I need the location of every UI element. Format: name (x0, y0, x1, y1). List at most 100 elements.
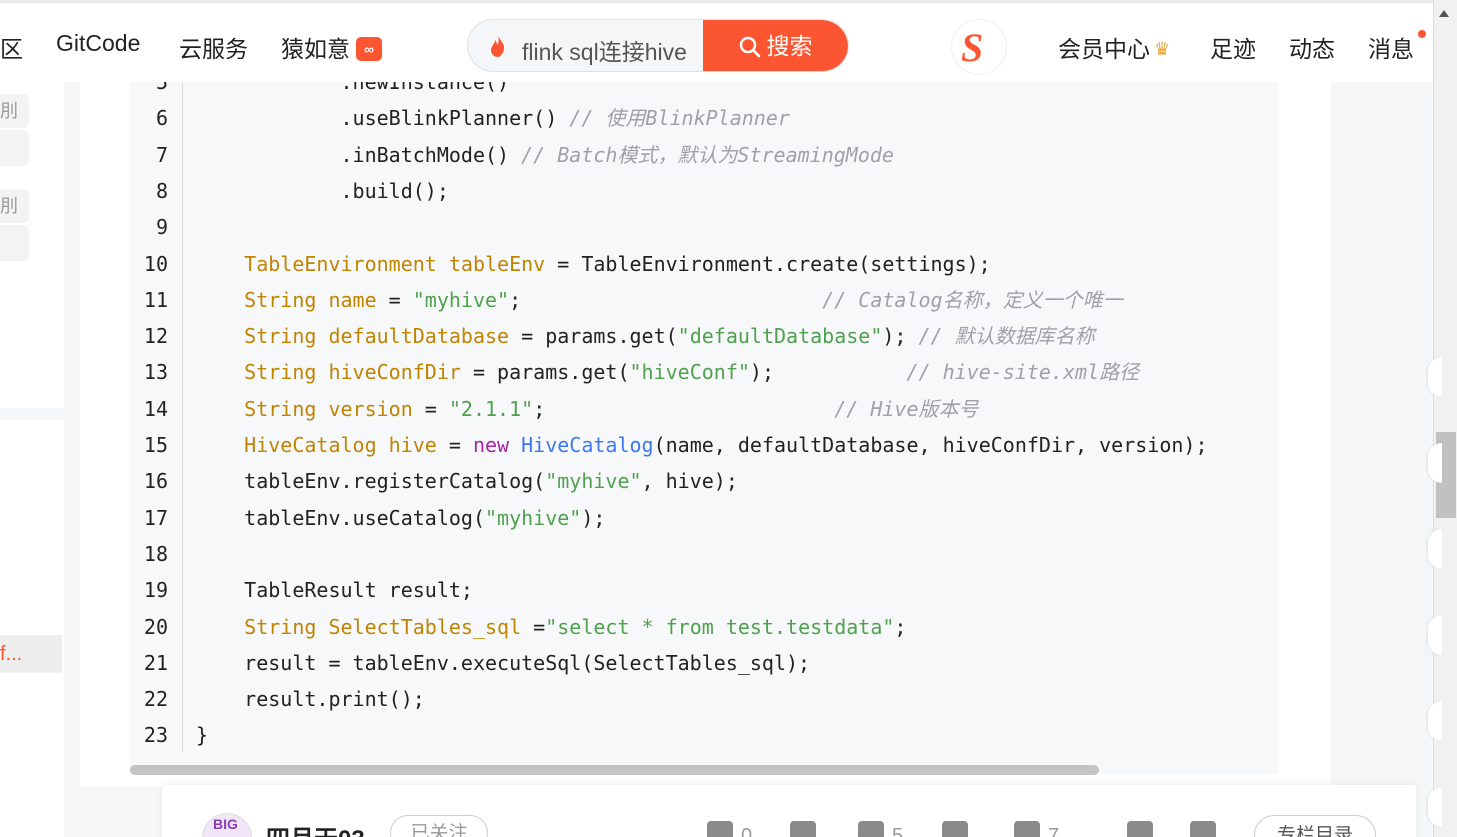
follow-button[interactable]: 已关注 (390, 815, 488, 837)
code-line: 20 String SelectTables_sql ="select * fr… (130, 609, 1278, 645)
code-text: TableResult result; (196, 578, 473, 603)
column-catalog-button[interactable]: 专栏目录 (1254, 815, 1376, 837)
nav-item-gitcode[interactable]: GitCode (56, 30, 140, 57)
line-number: 19 (143, 578, 168, 603)
thumb-up-icon (707, 821, 733, 837)
code-text: String hiveConfDir = params.get("hiveCon… (244, 360, 1140, 385)
code-text: String defaultDatabase = params.get("def… (244, 324, 1095, 349)
line-number: 11 (143, 287, 168, 312)
side-float-button[interactable] (1428, 615, 1442, 655)
code-line: 22 result.print(); (130, 681, 1278, 717)
code-text: String version = "2.1.1"; // Hive版本号 (244, 396, 979, 421)
like-button[interactable]: 0 (707, 821, 752, 837)
infinity-badge-icon: ∞ (356, 37, 382, 61)
left-sidebar-bottom (0, 420, 64, 837)
code-line: 17 tableEnv.useCatalog("myhive"); (130, 500, 1278, 536)
code-line: 13 String hiveConfDir = params.get("hive… (130, 354, 1278, 390)
search-button[interactable]: 搜索 (703, 20, 848, 71)
code-horizontal-scrollbar[interactable] (130, 765, 1099, 775)
code-line: 5 .newInstance() (130, 82, 1278, 100)
nav-item-history[interactable]: 足迹 (1210, 30, 1256, 64)
comment-count: 7 (1048, 825, 1060, 837)
author-name[interactable]: 四月天03 (266, 819, 365, 837)
code-line: 6 .useBlinkPlanner() // 使用BlinkPlanner (130, 100, 1278, 136)
nav-item-vip-label: 会员中心 (1058, 36, 1150, 62)
code-line: 21 result = tableEnv.executeSql(SelectTa… (130, 645, 1278, 681)
search-bar[interactable]: flink sql连接hive 搜索 (467, 19, 849, 72)
line-number: 8 (155, 178, 168, 203)
reward-button[interactable] (942, 821, 976, 837)
line-number: 14 (143, 396, 168, 421)
line-number: 6 (155, 106, 168, 131)
code-text: } (196, 723, 209, 748)
line-number: 21 (143, 650, 168, 675)
code-text: result = tableEnv.executeSql(SelectTable… (196, 650, 811, 675)
line-number: 22 (143, 687, 168, 712)
search-input[interactable]: flink sql连接hive (522, 33, 702, 67)
nav-item-cloud[interactable]: 云服务 (179, 30, 248, 64)
code-text: .useBlinkPlanner() // 使用BlinkPlanner (196, 106, 790, 131)
code-text: tableEnv.registerCatalog("myhive", hive)… (196, 469, 738, 494)
sidebar-chip[interactable]: 刖 (0, 94, 29, 128)
code-block: 5 .newInstance() 6 .useBlinkPlanner() // … (130, 82, 1278, 774)
scroll-up-arrow-icon[interactable] (1439, 10, 1449, 17)
top-navbar: 区 GitCode 云服务 猿如意 ∞ flink sql连接hive 搜索 S … (0, 0, 1433, 82)
comment-icon (1014, 821, 1040, 837)
line-number: 9 (155, 215, 168, 240)
search-button-label: 搜索 (766, 33, 813, 59)
side-float-button[interactable] (1428, 529, 1442, 569)
code-line: 9 (130, 209, 1278, 245)
reward-icon (942, 821, 968, 837)
sidebar-chip-blank[interactable] (0, 130, 29, 166)
code-text: tableEnv.useCatalog("myhive"); (196, 505, 606, 530)
line-number: 12 (143, 324, 168, 349)
nav-item-vip[interactable]: 会员中心 ♛ (1058, 30, 1170, 64)
side-float-button[interactable] (1428, 443, 1442, 483)
code-line: 23} (130, 717, 1278, 753)
thumb-down-icon (790, 821, 816, 837)
left-sidebar-top: 刖 刖 (0, 82, 64, 408)
share-button[interactable] (1127, 821, 1161, 837)
code-text: result.print(); (196, 687, 425, 712)
nav-item-messages[interactable]: 消息 (1368, 30, 1414, 64)
star-icon (858, 821, 884, 837)
report-button[interactable] (1190, 821, 1224, 837)
comment-button[interactable]: 7 (1014, 821, 1059, 837)
side-float-button[interactable] (1428, 357, 1442, 397)
code-text: .inBatchMode() // Batch模式，默认为StreamingMo… (196, 142, 894, 167)
code-line: 10 TableEnvironment tableEnv = TableEnvi… (130, 246, 1278, 282)
code-text: HiveCatalog hive = new HiveCatalog(name,… (244, 433, 1208, 457)
logo-letter: S (961, 25, 984, 70)
nav-item-activity[interactable]: 动态 (1289, 30, 1335, 64)
code-line: 15 HiveCatalog hive = new HiveCatalog(na… (130, 427, 1278, 463)
csdn-logo[interactable]: S (952, 20, 1006, 74)
share-icon (1127, 821, 1153, 837)
line-number: 16 (143, 469, 168, 494)
nav-item-community[interactable]: 区 (0, 30, 23, 64)
line-number: 13 (143, 360, 168, 385)
code-line: 12 String defaultDatabase = params.get("… (130, 318, 1278, 354)
code-line: 16 tableEnv.registerCatalog("myhive", hi… (130, 463, 1278, 499)
line-number: 20 (143, 614, 168, 639)
code-line: 7 .inBatchMode() // Batch模式，默认为Streaming… (130, 137, 1278, 173)
code-text: String SelectTables_sql ="select * from … (244, 614, 907, 639)
code-text: TableEnvironment tableEnv = TableEnviron… (244, 251, 991, 276)
sidebar-chip-blank[interactable] (0, 225, 29, 261)
nav-item-yuanruyi[interactable]: 猿如意 ∞ (281, 30, 382, 64)
line-number: 10 (143, 251, 168, 276)
line-number: 17 (143, 505, 168, 530)
sidebar-selected-item[interactable]: f... (0, 635, 62, 673)
code-line: 8 .build(); (130, 173, 1278, 209)
line-number: 15 (143, 433, 168, 457)
line-number: 23 (143, 723, 168, 748)
code-text: .newInstance() (196, 82, 510, 94)
side-float-button[interactable] (1428, 701, 1442, 741)
star-button[interactable]: 5 (858, 821, 903, 837)
side-float-button[interactable] (1428, 787, 1442, 827)
dislike-button[interactable] (790, 821, 824, 837)
author-avatar[interactable]: BIG (202, 813, 252, 837)
sidebar-chip[interactable]: 刖 (0, 189, 29, 223)
crown-icon: ♛ (1154, 39, 1171, 59)
code-line: 19 TableResult result; (130, 572, 1278, 608)
search-icon (739, 36, 760, 58)
